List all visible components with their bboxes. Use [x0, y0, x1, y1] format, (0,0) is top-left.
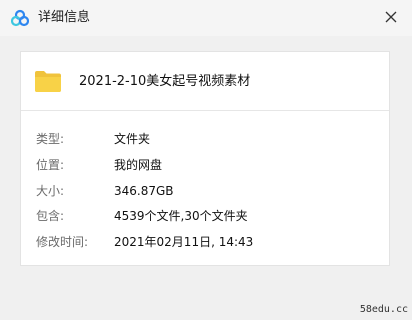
- detail-row-contains: 包含: 4539个文件,30个文件夹: [21, 206, 389, 226]
- details-panel: 2021-2-10美女起号视频素材 类型: 文件夹 位置: 我的网盘 大小: 3…: [20, 51, 390, 266]
- divider: [21, 110, 389, 111]
- folder-icon: [34, 69, 62, 93]
- detail-row-size: 大小: 346.87GB: [21, 181, 389, 201]
- details-dialog: 详细信息 2021-2-10美女起号视频素材 类型: 文件夹 位置: 我的网盘: [0, 0, 412, 320]
- file-name: 2021-2-10美女起号视频素材: [79, 74, 251, 89]
- detail-row-location: 位置: 我的网盘: [21, 155, 389, 175]
- detail-label: 修改时间:: [36, 235, 89, 249]
- detail-value: 2021年02月11日, 14:43: [114, 235, 254, 249]
- detail-value: 4539个文件,30个文件夹: [114, 209, 248, 223]
- detail-label: 类型:: [36, 132, 65, 146]
- close-button[interactable]: [378, 4, 404, 30]
- detail-label: 大小:: [36, 184, 65, 198]
- detail-value: 文件夹: [114, 132, 151, 146]
- detail-value: 我的网盘: [114, 158, 163, 172]
- detail-label: 包含:: [36, 209, 65, 223]
- baidu-netdisk-logo-icon: [10, 9, 30, 27]
- detail-row-type: 类型: 文件夹: [21, 129, 389, 149]
- detail-label: 位置:: [36, 158, 65, 172]
- file-header: 2021-2-10美女起号视频素材: [21, 52, 389, 110]
- window-title: 详细信息: [38, 10, 91, 25]
- detail-value: 346.87GB: [114, 184, 174, 198]
- close-icon: [385, 11, 397, 23]
- title-bar[interactable]: 详细信息: [0, 0, 412, 36]
- watermark: 58edu.cc: [359, 304, 408, 315]
- detail-row-modified: 修改时间: 2021年02月11日, 14:43: [21, 232, 389, 252]
